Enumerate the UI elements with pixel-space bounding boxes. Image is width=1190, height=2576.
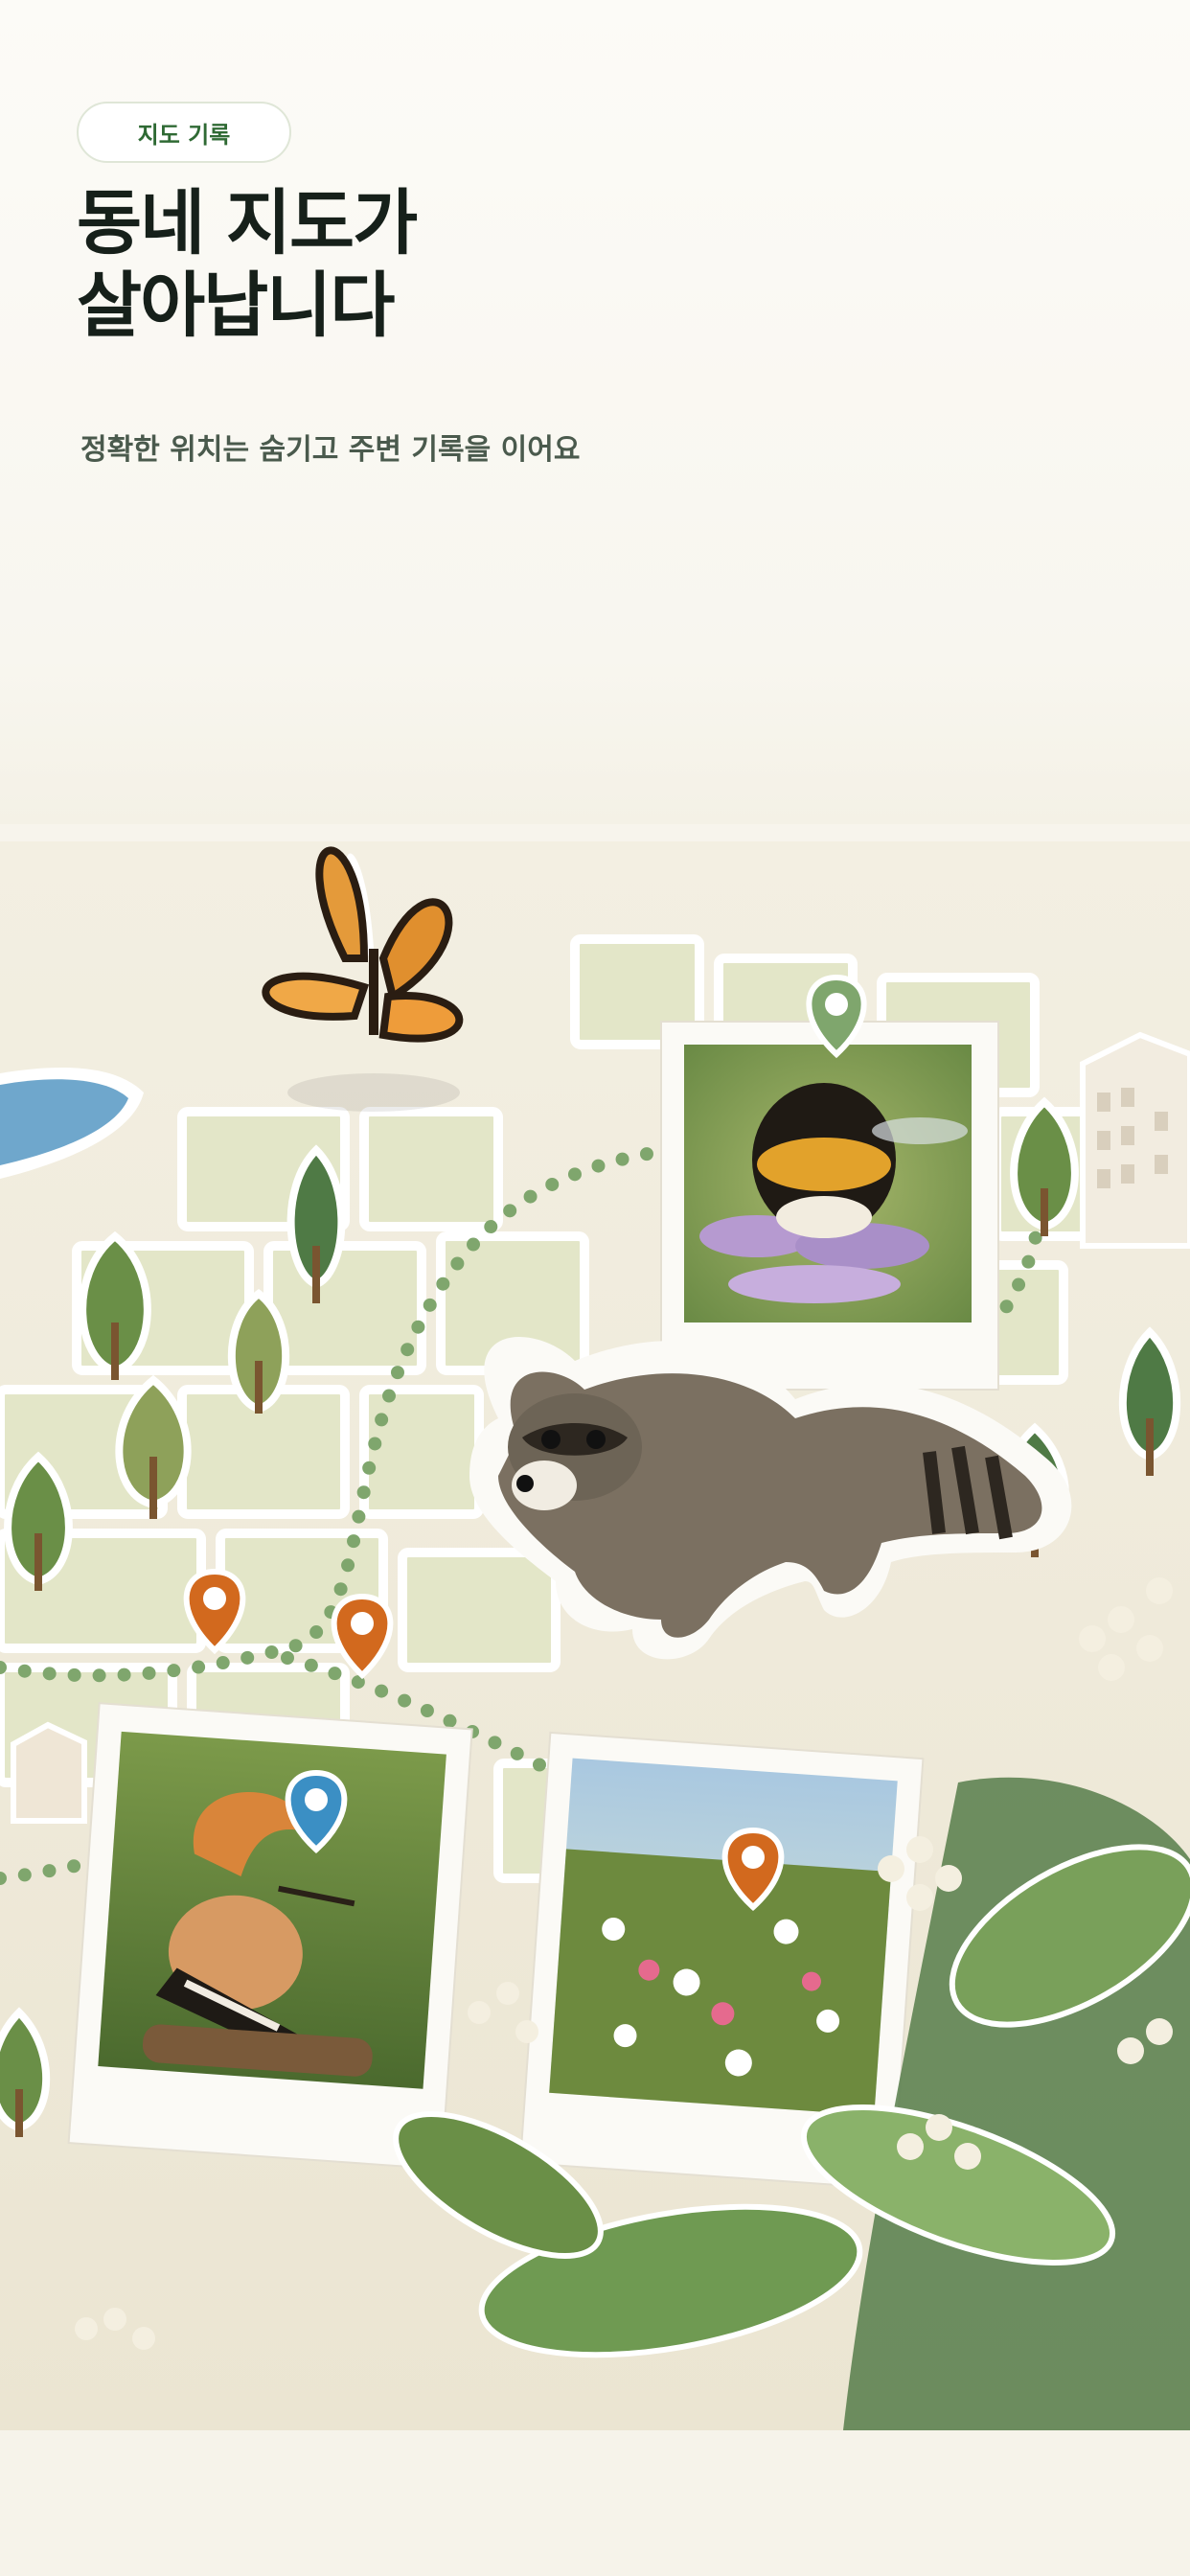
title-line-2: 살아납니다 (77, 264, 395, 347)
tree-icon (227, 1288, 290, 1414)
photo-card-bird (67, 1702, 473, 2171)
hero-header: 지도 기록 동네 지도가 살아납니다 정확한 위치는 숨기고 주변 기록을 이어… (0, 0, 1190, 824)
footer-band (0, 2430, 1190, 2576)
photo-card-bee (660, 1021, 999, 1391)
page-subtitle: 정확한 위치는 숨기고 주변 기록을 이어요 (80, 433, 581, 467)
category-badge: 지도 기록 (77, 102, 291, 163)
building-icon (11, 1721, 87, 1824)
page-title: 동네 지도가 살아납니다 (77, 182, 418, 347)
title-line-1: 동네 지도가 (77, 182, 418, 264)
map-illustration (0, 824, 1190, 2430)
map-illustration-art (0, 824, 1190, 2430)
building-icon (1080, 1031, 1190, 1249)
